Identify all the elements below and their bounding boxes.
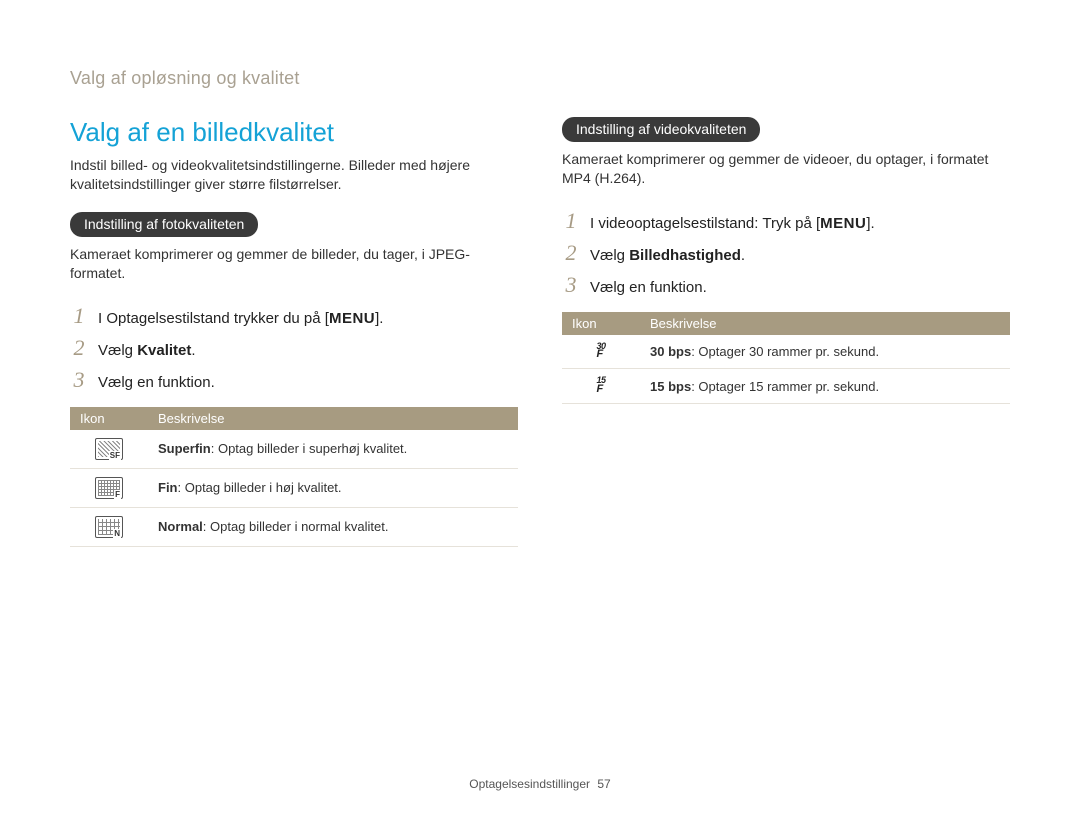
left-column: Valg af en billedkvalitet Indstil billed… bbox=[70, 117, 518, 547]
section-title: Valg af en billedkvalitet bbox=[70, 117, 518, 148]
step-number: 3 bbox=[70, 369, 88, 391]
table-header-description: Beskrivelse bbox=[148, 407, 518, 430]
step-number: 2 bbox=[70, 337, 88, 359]
intro-paragraph: Indstil billed- og videokvalitetsindstil… bbox=[70, 156, 518, 194]
fine-icon bbox=[95, 477, 123, 499]
step-text: Vælg en funktion. bbox=[590, 277, 707, 298]
table-cell-description: Superfin: Optag billeder i superhøj kval… bbox=[148, 430, 518, 469]
breadcrumb: Valg af opløsning og kvalitet bbox=[70, 68, 1010, 89]
photo-steps-list: 1 I Optagelsestilstand trykker du på [ME… bbox=[70, 305, 518, 393]
step-number: 2 bbox=[562, 242, 580, 264]
table-row: Fin: Optag billeder i høj kvalitet. bbox=[70, 468, 518, 507]
step-number: 1 bbox=[70, 305, 88, 327]
step-text: Vælg Billedhastighed. bbox=[590, 245, 745, 266]
video-quality-heading-pill: Indstilling af videokvaliteten bbox=[562, 117, 760, 142]
table-header-description: Beskrivelse bbox=[640, 312, 1010, 335]
table-cell-description: 30 bps: Optager 30 rammer pr. sekund. bbox=[640, 335, 1010, 369]
two-column-layout: Valg af en billedkvalitet Indstil billed… bbox=[70, 117, 1010, 547]
footer-section-name: Optagelsesindstillinger bbox=[469, 777, 590, 791]
video-step-1: 1 I videooptagelsestilstand: Tryk på [ME… bbox=[562, 210, 1010, 234]
page-number: 57 bbox=[597, 777, 610, 791]
photo-quality-heading-pill: Indstilling af fotokvaliteten bbox=[70, 212, 258, 237]
step-text: Vælg Kvalitet. bbox=[98, 340, 196, 361]
table-header-icon: Ikon bbox=[562, 312, 640, 335]
table-header-icon: Ikon bbox=[70, 407, 148, 430]
photo-step-2: 2 Vælg Kvalitet. bbox=[70, 337, 518, 361]
fps-15-icon: 15F bbox=[596, 377, 605, 394]
normal-icon bbox=[95, 516, 123, 538]
photo-step-1: 1 I Optagelsestilstand trykker du på [ME… bbox=[70, 305, 518, 329]
menu-key-icon: MENU bbox=[820, 215, 866, 232]
table-row: 15F 15 bps: Optager 15 rammer pr. sekund… bbox=[562, 369, 1010, 404]
video-step-2: 2 Vælg Billedhastighed. bbox=[562, 242, 1010, 266]
page-footer: Optagelsesindstillinger 57 bbox=[0, 777, 1080, 791]
video-step-3: 3 Vælg en funktion. bbox=[562, 274, 1010, 298]
fps-30-icon: 30F bbox=[596, 343, 605, 360]
video-quality-table: Ikon Beskrivelse 30F 30 bps: Optager 30 … bbox=[562, 312, 1010, 404]
table-row: Superfin: Optag billeder i superhøj kval… bbox=[70, 430, 518, 469]
step-text: I videooptagelsestilstand: Tryk på [MENU… bbox=[590, 213, 875, 234]
table-cell-description: Fin: Optag billeder i høj kvalitet. bbox=[148, 468, 518, 507]
manual-page: Valg af opløsning og kvalitet Valg af en… bbox=[0, 0, 1080, 815]
photo-step-3: 3 Vælg en funktion. bbox=[70, 369, 518, 393]
menu-key-icon: MENU bbox=[329, 310, 375, 327]
table-row: 30F 30 bps: Optager 30 rammer pr. sekund… bbox=[562, 335, 1010, 369]
photo-quality-description: Kameraet komprimerer og gemmer de billed… bbox=[70, 245, 518, 283]
step-number: 3 bbox=[562, 274, 580, 296]
step-text: Vælg en funktion. bbox=[98, 372, 215, 393]
right-column: Indstilling af videokvaliteten Kameraet … bbox=[562, 117, 1010, 547]
superfine-icon bbox=[95, 438, 123, 460]
step-number: 1 bbox=[562, 210, 580, 232]
video-steps-list: 1 I videooptagelsestilstand: Tryk på [ME… bbox=[562, 210, 1010, 298]
photo-quality-table: Ikon Beskrivelse Superfin: Optag billede… bbox=[70, 407, 518, 547]
table-row: Normal: Optag billeder i normal kvalitet… bbox=[70, 507, 518, 546]
table-cell-description: 15 bps: Optager 15 rammer pr. sekund. bbox=[640, 369, 1010, 404]
video-quality-description: Kameraet komprimerer og gemmer de videoe… bbox=[562, 150, 1010, 188]
table-cell-description: Normal: Optag billeder i normal kvalitet… bbox=[148, 507, 518, 546]
step-text: I Optagelsestilstand trykker du på [MENU… bbox=[98, 308, 383, 329]
